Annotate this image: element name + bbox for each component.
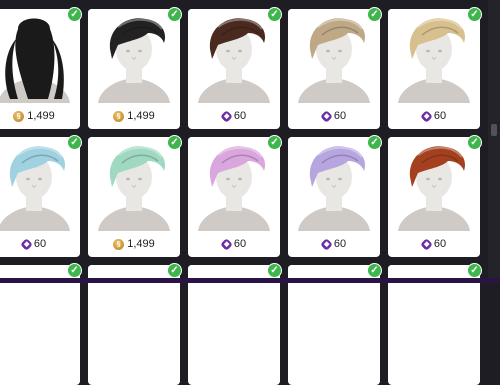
hair-thumbnail [188,137,280,231]
moola-gem-icon: ◆ [320,237,333,251]
checkmark-icon: ✓ [167,135,182,150]
checkmark-icon: ✓ [367,263,382,278]
scrollbar[interactable] [488,0,500,283]
moola-gem-icon: ◆ [320,109,333,123]
price-tag: § 1,499 [88,231,180,257]
checkmark-icon: ✓ [467,135,482,150]
price-tag: ◆ 60 [288,231,380,257]
hair-item-card[interactable]: ✓ [0,263,82,385]
scrollbar-thumb[interactable] [491,124,497,136]
checkmark-icon: ✓ [167,263,182,278]
hair-thumbnail [188,9,280,103]
checkmark-icon: ✓ [367,135,382,150]
hair-thumbnail [288,137,380,231]
price-value: 1,499 [127,110,155,122]
price-tag: ◆ 60 [388,231,480,257]
price-tag: ◆ 60 [0,231,80,257]
price-value: 60 [33,238,47,250]
price-value: 60 [233,110,247,122]
simoleon-coin-icon: § [113,238,125,250]
price-value: 60 [333,110,347,122]
hair-item-card[interactable]: ◆ 60 ✓ [388,135,482,257]
price-value: 60 [433,110,447,122]
hair-item-card[interactable]: ✓ [388,263,482,385]
moola-gem-icon: ◆ [20,237,33,251]
moola-gem-icon: ◆ [220,109,233,123]
hair-catalog-grid: § 1,499 ✓ § 1,499 ✓ ◆ 60 ✓ ◆ 60 ✓ ◆ 60 ✓… [0,7,488,385]
price-value: 60 [233,238,247,250]
bottom-bar [0,278,500,283]
price-tag: § 1,499 [0,103,80,129]
moola-gem-icon: ◆ [420,109,433,123]
price-value: 1,499 [27,110,55,122]
price-value: 60 [333,238,347,250]
hair-item-card[interactable]: ✓ [188,263,282,385]
hair-item-card[interactable]: § 1,499 ✓ [0,7,82,129]
checkmark-icon: ✓ [367,7,382,22]
moola-gem-icon: ◆ [220,237,233,251]
hair-item-card[interactable]: ◆ 60 ✓ [288,7,382,129]
price-tag: § 1,499 [88,103,180,129]
price-tag: ◆ 60 [188,231,280,257]
checkmark-icon: ✓ [267,7,282,22]
hair-thumbnail [88,9,180,103]
checkmark-icon: ✓ [267,135,282,150]
hair-item-card[interactable]: ✓ [288,263,382,385]
hair-item-card[interactable]: ◆ 60 ✓ [288,135,382,257]
checkmark-icon: ✓ [267,263,282,278]
hair-thumbnail [0,137,80,231]
price-value: 1,499 [127,238,155,250]
hair-item-card[interactable]: ◆ 60 ✓ [388,7,482,129]
hair-item-card[interactable]: ◆ 60 ✓ [188,7,282,129]
hair-thumbnail [0,9,80,103]
hair-item-card[interactable]: § 1,499 ✓ [88,7,182,129]
hair-thumbnail [388,137,480,231]
checkmark-icon: ✓ [67,263,82,278]
hair-thumbnail [388,9,480,103]
checkmark-icon: ✓ [67,135,82,150]
price-value: 60 [433,238,447,250]
moola-gem-icon: ◆ [420,237,433,251]
simoleon-coin-icon: § [13,110,25,122]
checkmark-icon: ✓ [67,7,82,22]
price-tag: ◆ 60 [288,103,380,129]
hair-item-card[interactable]: ✓ [88,263,182,385]
price-tag: ◆ 60 [188,103,280,129]
hair-thumbnail [288,9,380,103]
hair-item-card[interactable]: ◆ 60 ✓ [188,135,282,257]
simoleon-coin-icon: § [113,110,125,122]
hair-thumbnail [88,137,180,231]
checkmark-icon: ✓ [167,7,182,22]
price-tag: ◆ 60 [388,103,480,129]
hair-item-card[interactable]: ◆ 60 ✓ [0,135,82,257]
hair-item-card[interactable]: § 1,499 ✓ [88,135,182,257]
checkmark-icon: ✓ [467,7,482,22]
checkmark-icon: ✓ [467,263,482,278]
